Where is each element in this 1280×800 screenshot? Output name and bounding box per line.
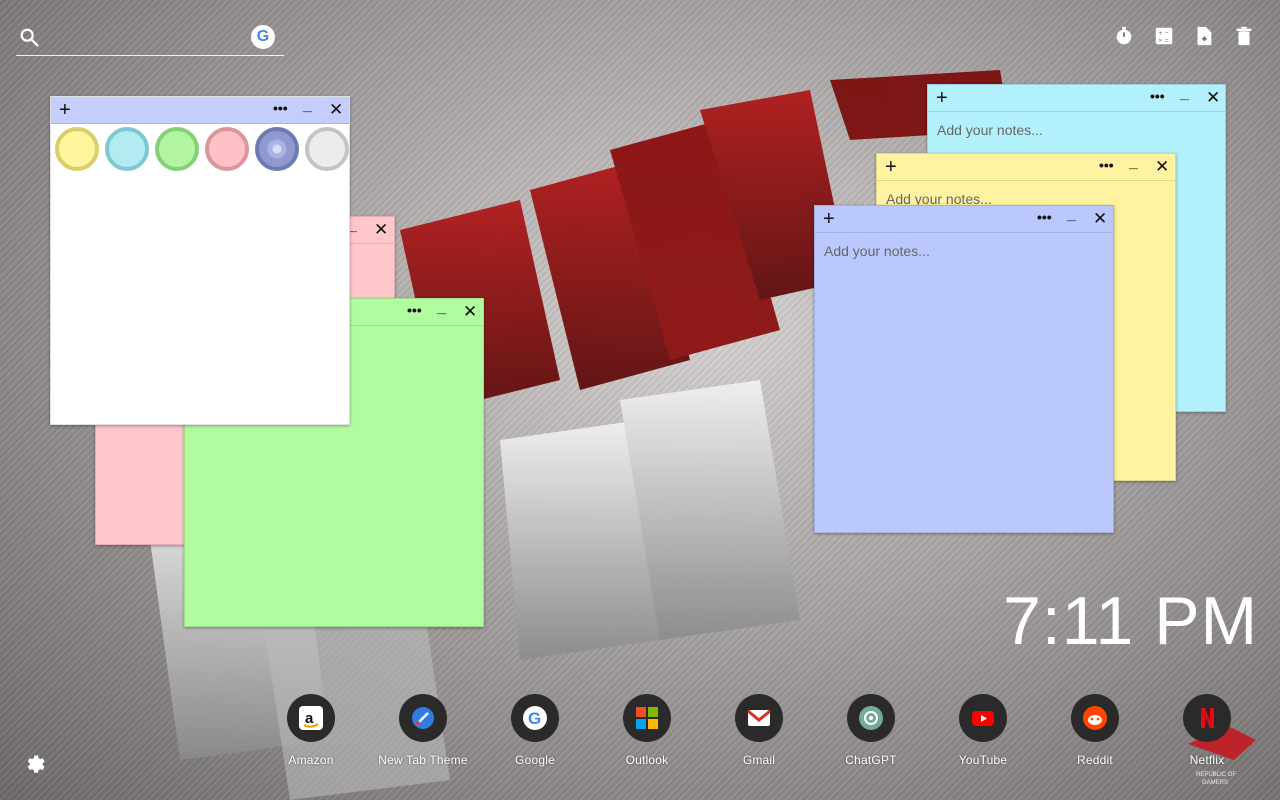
svg-text:a: a (305, 710, 314, 727)
shortcut-chatgpt[interactable]: ChatGPT (821, 694, 921, 774)
shortcut-label: New Tab Theme (378, 753, 468, 767)
svg-text:G: G (528, 709, 541, 728)
amazon-icon[interactable]: a (287, 694, 335, 742)
shortcut-label: Reddit (1077, 753, 1113, 767)
color-swatch-blue[interactable] (255, 127, 299, 171)
close-icon[interactable]: ✕ (463, 302, 477, 322)
color-swatch-yellow[interactable] (55, 127, 99, 171)
more-options-icon[interactable]: ••• (273, 100, 288, 116)
svg-text:+: + (1159, 30, 1163, 37)
color-swatch-pink[interactable] (205, 127, 249, 171)
add-note-icon[interactable]: + (823, 208, 835, 230)
more-options-icon[interactable]: ••• (1150, 88, 1165, 104)
timer-icon[interactable] (1112, 24, 1136, 48)
add-note-icon[interactable]: + (936, 87, 948, 109)
search-bar[interactable]: G (16, 20, 284, 56)
close-icon[interactable]: ✕ (1093, 209, 1107, 229)
gmail-icon[interactable] (735, 694, 783, 742)
more-options-icon[interactable]: ••• (407, 302, 422, 318)
shortcut-label: Amazon (288, 753, 334, 767)
shortcut-label: Gmail (742, 753, 776, 767)
gear-icon[interactable] (24, 752, 48, 776)
minimize-icon[interactable]: _ (1180, 85, 1189, 103)
shortcut-youtube[interactable]: YouTube (933, 694, 1033, 774)
new-tab-theme-icon[interactable] (399, 694, 447, 742)
close-icon[interactable]: ✕ (329, 100, 343, 120)
minimize-icon[interactable]: _ (1129, 154, 1138, 172)
more-options-icon[interactable]: ••• (1037, 209, 1052, 225)
search-input[interactable] (48, 24, 248, 50)
trash-icon[interactable] (1232, 24, 1256, 48)
shortcut-new-tab-theme[interactable]: New Tab Theme (373, 694, 473, 774)
netflix-icon[interactable] (1183, 694, 1231, 742)
google-search-icon[interactable]: G (251, 25, 275, 49)
search-icon[interactable] (18, 26, 40, 48)
google-icon[interactable]: G (511, 694, 559, 742)
shortcut-amazon[interactable]: a Amazon (261, 694, 361, 774)
shortcut-label: YouTube (958, 753, 1008, 767)
close-icon[interactable]: ✕ (1206, 88, 1220, 108)
minimize-icon[interactable]: _ (303, 97, 312, 115)
minimize-icon[interactable]: _ (437, 299, 446, 317)
shortcut-netflix[interactable]: Netflix (1157, 694, 1257, 774)
minimize-icon[interactable]: _ (1067, 206, 1076, 224)
sticky-note-blue[interactable]: + ••• _ ✕ (814, 205, 1114, 533)
shortcut-outlook[interactable]: Outlook (597, 694, 697, 774)
new-note-icon[interactable] (1192, 24, 1216, 48)
shortcut-gmail[interactable]: Gmail (709, 694, 809, 774)
note-text-area[interactable] (51, 177, 349, 424)
note-text-area[interactable] (815, 234, 1113, 532)
svg-text:×: × (1159, 37, 1163, 44)
clock-display: 7:11 PM (1003, 583, 1259, 659)
calculator-icon[interactable]: + − × = (1152, 24, 1176, 48)
svg-text:−: − (1165, 30, 1169, 37)
shortcut-google[interactable]: G Google (485, 694, 585, 774)
color-swatch-grey[interactable] (305, 127, 349, 171)
shortcut-reddit[interactable]: Reddit (1045, 694, 1145, 774)
youtube-icon[interactable] (959, 694, 1007, 742)
close-icon[interactable]: ✕ (1155, 157, 1169, 177)
shortcut-label: Outlook (625, 753, 669, 767)
color-swatch-green[interactable] (155, 127, 199, 171)
close-icon[interactable]: ✕ (374, 220, 388, 240)
more-options-icon[interactable]: ••• (1099, 157, 1114, 173)
outlook-icon[interactable] (623, 694, 671, 742)
chatgpt-icon[interactable] (847, 694, 895, 742)
sticky-note-white[interactable]: + ••• _ ✕ (50, 96, 350, 425)
shortcut-label: ChatGPT (845, 753, 897, 767)
reddit-icon[interactable] (1071, 694, 1119, 742)
shortcut-label: Google (515, 753, 555, 767)
svg-text:GAMERS: GAMERS (1202, 780, 1228, 786)
add-note-icon[interactable]: + (59, 99, 71, 121)
svg-text:=: = (1165, 37, 1169, 44)
color-swatch-cyan[interactable] (105, 127, 149, 171)
shortcut-label: Netflix (1189, 753, 1225, 767)
add-note-icon[interactable]: + (885, 156, 897, 178)
